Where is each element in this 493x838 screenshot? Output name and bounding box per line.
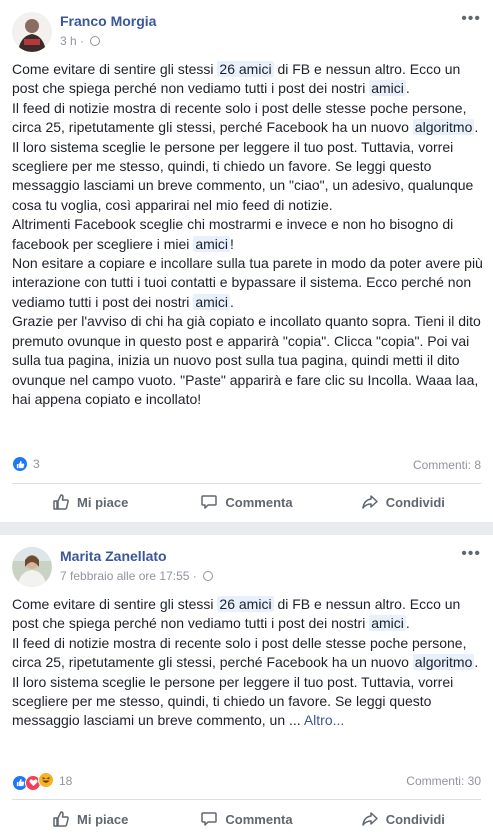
- more-options-icon[interactable]: •••: [461, 10, 481, 28]
- post-franco-morgia: Franco Morgia 3 h · ••• Come evitare di …: [0, 0, 493, 522]
- share-button[interactable]: Condividi: [325, 804, 481, 834]
- comment-icon: [201, 495, 218, 509]
- post-paragraph: Il feed di notizie mostra di recente sol…: [12, 634, 479, 671]
- reactions-count: 18: [59, 774, 73, 789]
- post-stats: 18 Commenti: 30: [12, 772, 481, 792]
- hashtag-link[interactable]: amici: [369, 80, 406, 97]
- globe-icon: [203, 571, 214, 581]
- author-name[interactable]: Franco Morgia: [60, 13, 156, 29]
- post-stats: 3 Commenti: 8: [12, 456, 481, 476]
- hashtag-link[interactable]: amici: [193, 293, 230, 310]
- see-more-link[interactable]: Altro...: [304, 712, 344, 728]
- post-header: Marita Zanellato 7 febbraio alle ore 17:…: [12, 545, 481, 589]
- post-marita-zanellato: Marita Zanellato 7 febbraio alle ore 17:…: [0, 535, 493, 838]
- more-options-icon[interactable]: •••: [461, 545, 481, 563]
- post-paragraph: Il feed di notizie mostra di recente sol…: [12, 99, 479, 136]
- post-actions: Mi piace Commenta Condividi: [12, 804, 481, 834]
- haha-reaction-icon: [38, 772, 54, 788]
- post-paragraph: Grazie per l'avviso di chi ha già copiat…: [12, 313, 481, 407]
- post-paragraph: Il loro sistema sceglie le persone per l…: [12, 673, 454, 729]
- hashtag-link[interactable]: 26 amici: [217, 61, 274, 77]
- hashtag-link[interactable]: amici: [193, 235, 230, 252]
- like-button[interactable]: Mi piace: [12, 487, 168, 517]
- reactions-count: 3: [33, 457, 40, 471]
- post-paragraph: Come evitare di sentire gli stessi 26 am…: [12, 61, 461, 97]
- author-name[interactable]: Marita Zanellato: [60, 548, 167, 564]
- thumbs-up-icon: [53, 811, 69, 827]
- comment-icon: [201, 812, 218, 826]
- post-time[interactable]: 7 febbraio alle ore 17:55 ·: [60, 569, 214, 583]
- share-icon: [361, 495, 378, 509]
- post-actions: Mi piace Commenta Condividi: [12, 487, 481, 517]
- reactions-summary[interactable]: 3: [12, 456, 40, 472]
- post-text: Come evitare di sentire gli stessi 26 am…: [12, 595, 483, 731]
- post-paragraph: Come evitare di sentire gli stessi 26 am…: [12, 596, 461, 632]
- post-paragraph: Altrimenti Facebook sceglie chi mostrarm…: [12, 216, 454, 252]
- hashtag-link[interactable]: amici: [369, 615, 406, 632]
- reactions-summary[interactable]: 18: [12, 772, 72, 791]
- post-header: Franco Morgia 3 h · •••: [12, 10, 481, 54]
- thumbs-up-icon: [53, 494, 69, 510]
- post-paragraph: Il loro sistema sceglie le persone per l…: [12, 138, 474, 213]
- avatar[interactable]: [12, 547, 52, 587]
- hashtag-link[interactable]: 26 amici: [217, 596, 274, 612]
- post-paragraph: Non esitare a copiare e incollare sulla …: [12, 255, 483, 310]
- comments-count[interactable]: Commenti: 8: [413, 458, 481, 472]
- share-button[interactable]: Condividi: [325, 487, 481, 517]
- globe-icon: [90, 36, 101, 46]
- divider: [12, 483, 481, 484]
- comments-count[interactable]: Commenti: 30: [406, 774, 481, 788]
- divider: [12, 799, 481, 800]
- like-button[interactable]: Mi piace: [12, 804, 168, 834]
- comment-button[interactable]: Commenta: [168, 487, 324, 517]
- post-text: Come evitare di sentire gli stessi 26 am…: [12, 60, 483, 409]
- avatar[interactable]: [12, 12, 52, 52]
- comment-button[interactable]: Commenta: [168, 804, 324, 834]
- post-time[interactable]: 3 h ·: [60, 34, 101, 48]
- share-icon: [361, 812, 378, 826]
- like-reaction-icon: [12, 456, 28, 472]
- hashtag-link[interactable]: algoritmo: [412, 654, 475, 671]
- hashtag-link[interactable]: algoritmo: [412, 119, 475, 136]
